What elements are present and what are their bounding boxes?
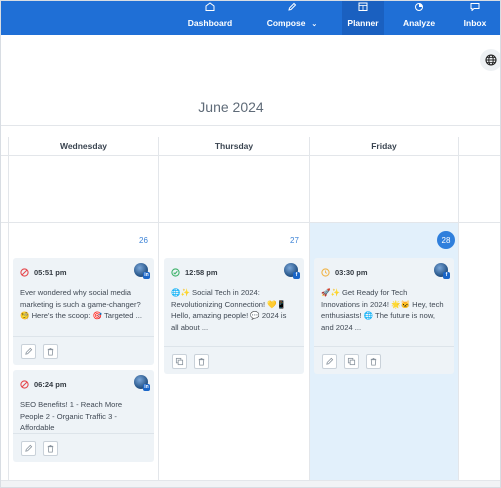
nav-planner-label: Planner <box>347 18 379 28</box>
column-header-wednesday: Wednesday <box>59 141 108 151</box>
timezone-button[interactable] <box>480 49 500 71</box>
nav-inbox[interactable]: Inbox <box>448 1 500 35</box>
trash-icon <box>47 444 54 453</box>
home-icon <box>205 2 215 11</box>
day-number-28-today: 28 <box>437 231 455 249</box>
column-header-thursday: Thursday <box>214 141 254 151</box>
column-divider <box>309 137 310 487</box>
duplicate-button[interactable] <box>172 354 187 369</box>
avatar: f <box>284 263 300 279</box>
nav-compose[interactable]: Compose ⌄ <box>248 1 336 35</box>
post-card[interactable]: 03:30 pm f 🚀✨ Get Ready for Tech Innovat… <box>314 258 454 374</box>
trash-icon <box>47 347 54 356</box>
delete-button[interactable] <box>43 441 58 456</box>
facebook-icon: f <box>443 272 450 279</box>
column-divider <box>158 137 159 487</box>
duplicate-button[interactable] <box>344 354 359 369</box>
chevron-down-icon: ⌄ <box>311 21 318 28</box>
avatar: in <box>134 375 150 391</box>
post-preview-text: 🌐✨ Social Tech in 2024: Revolutionizing … <box>171 288 287 332</box>
column-headers: Wednesday Thursday Friday <box>1 126 500 156</box>
copy-icon <box>175 357 184 366</box>
nav-inbox-label: Inbox <box>463 18 487 28</box>
pie-chart-icon <box>415 3 423 11</box>
failed-status-icon <box>20 379 29 389</box>
avatar: in <box>134 263 150 279</box>
trash-icon <box>370 357 377 366</box>
pencil-icon <box>288 2 297 11</box>
delete-button[interactable] <box>194 354 209 369</box>
nav-dashboard-label: Dashboard <box>187 18 233 28</box>
nav-analyze[interactable]: Analyze <box>390 1 448 35</box>
nav-analyze-label: Analyze <box>402 18 436 28</box>
post-card[interactable]: 12:58 pm f 🌐✨ Social Tech in 2024: Revol… <box>164 258 304 374</box>
post-preview-text: SEO Benefits! 1 - Reach More People 2 - … <box>20 400 123 433</box>
column-divider <box>8 137 9 487</box>
nav-dashboard[interactable]: Dashboard <box>172 1 248 35</box>
scheduled-status-icon <box>321 267 330 277</box>
calendar-grid-icon <box>358 2 368 11</box>
post-card[interactable]: 05:51 pm in Ever wondered why social med… <box>13 258 154 365</box>
post-time-label: 03:30 pm <box>335 267 368 277</box>
post-preview-text: Ever wondered why social media marketing… <box>20 288 142 321</box>
nav-planner[interactable]: Planner <box>342 1 384 35</box>
column-header-friday: Friday <box>371 141 397 151</box>
month-title: June 2024 <box>198 99 264 115</box>
delete-button[interactable] <box>366 354 381 369</box>
post-time: 06:24 pm <box>20 378 67 390</box>
card-actions <box>164 346 304 374</box>
post-time-label: 05:51 pm <box>34 267 67 277</box>
column-divider <box>458 137 459 487</box>
pencil-icon <box>326 357 334 365</box>
card-actions <box>13 336 154 364</box>
month-header: June 2024 <box>1 35 500 125</box>
delete-button[interactable] <box>43 344 58 359</box>
edit-button[interactable] <box>322 354 337 369</box>
failed-status-icon <box>20 267 29 277</box>
published-status-icon <box>171 267 180 277</box>
facebook-icon: f <box>293 272 300 279</box>
avatar: f <box>434 263 450 279</box>
edit-button[interactable] <box>21 441 36 456</box>
linkedin-icon: in <box>143 384 150 391</box>
pencil-icon <box>25 444 33 452</box>
post-card[interactable]: 06:24 pm in SEO Benefits! 1 - Reach More… <box>13 370 154 462</box>
post-time-label: 12:58 pm <box>185 267 218 277</box>
edit-button[interactable] <box>21 344 36 359</box>
card-actions <box>314 346 454 374</box>
post-time: 05:51 pm <box>20 266 67 278</box>
card-actions <box>13 433 154 461</box>
post-preview-text: 🚀✨ Get Ready for Tech Innovations in 202… <box>321 288 444 332</box>
nav-compose-label: Compose <box>266 18 306 28</box>
top-navigation: Dashboard Compose ⌄ Planner Analyze Inbox <box>1 1 500 35</box>
day-number-26: 26 <box>139 236 148 245</box>
globe-icon <box>485 54 497 66</box>
post-time-label: 06:24 pm <box>34 379 67 389</box>
post-time: 12:58 pm <box>171 266 218 278</box>
post-time: 03:30 pm <box>321 266 368 278</box>
horizontal-scrollbar[interactable] <box>1 480 500 487</box>
day-number-27: 27 <box>290 236 299 245</box>
copy-icon <box>347 357 356 366</box>
chat-bubble-icon <box>470 3 480 11</box>
trash-icon <box>198 357 205 366</box>
pencil-icon <box>25 347 33 355</box>
planner-window: Dashboard Compose ⌄ Planner Analyze Inbox… <box>0 0 501 488</box>
week-row-divider <box>1 222 500 223</box>
linkedin-icon: in <box>143 272 150 279</box>
